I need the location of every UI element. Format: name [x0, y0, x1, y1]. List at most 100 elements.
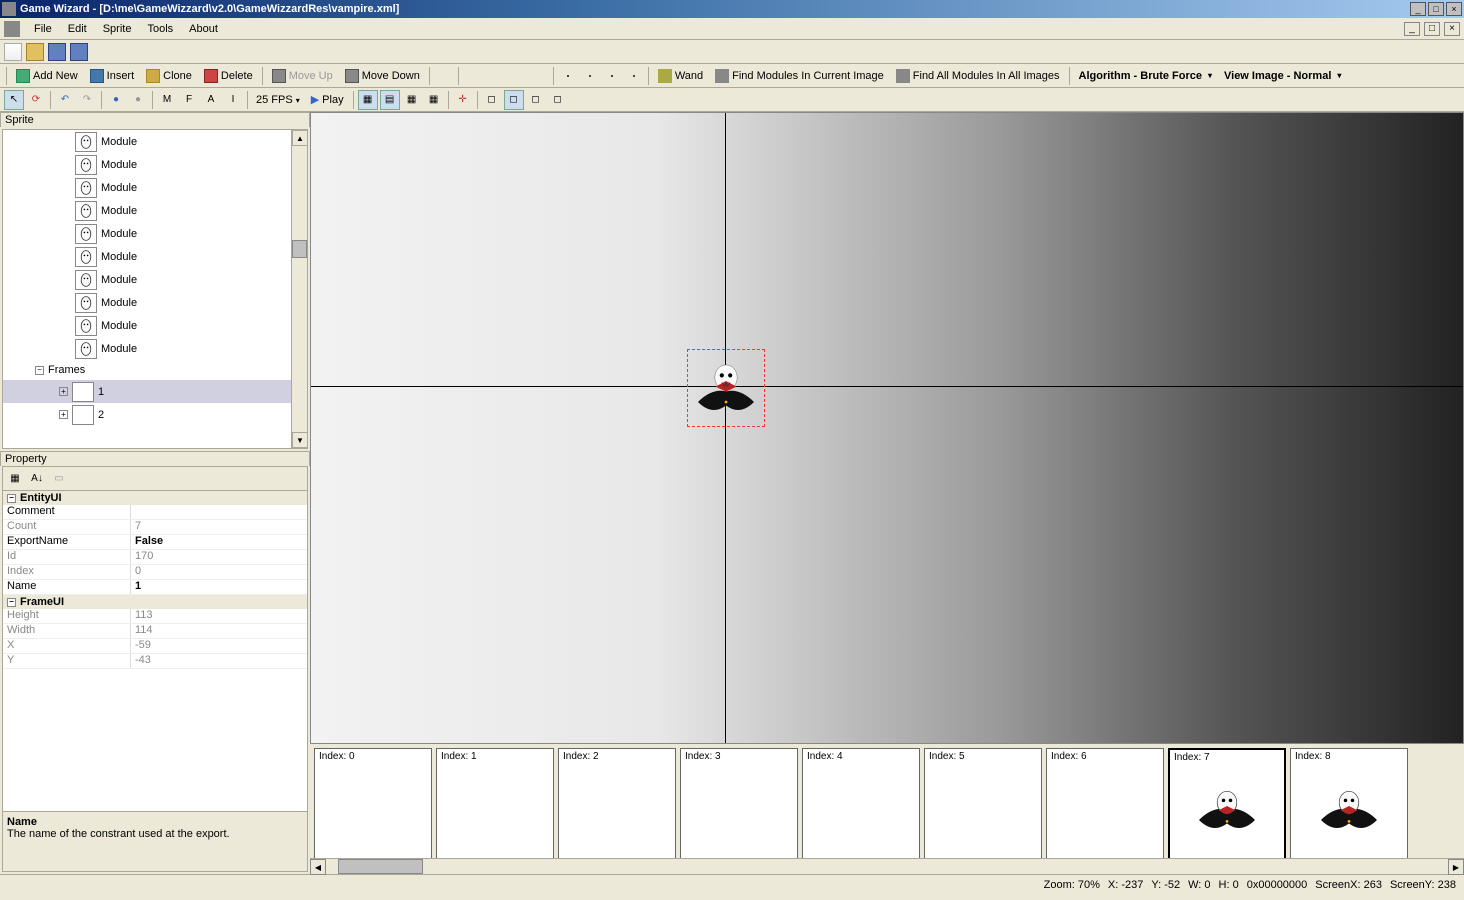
tree-module-item[interactable]: Module [3, 337, 307, 360]
prop-value[interactable]: 113 [131, 609, 307, 623]
mode-m-button[interactable]: M [157, 90, 177, 110]
frame-cell[interactable]: Index: 1 [436, 748, 554, 858]
mode-f-button[interactable]: F [179, 90, 199, 110]
property-row[interactable]: Height113 [3, 609, 307, 624]
menu-file[interactable]: File [26, 21, 60, 37]
layout1-icon[interactable] [558, 66, 578, 86]
property-row[interactable]: Width114 [3, 624, 307, 639]
globe2-icon[interactable]: ● [128, 90, 148, 110]
frame-cell[interactable]: Index: 7 [1168, 748, 1286, 858]
frames-group[interactable]: − Frames [3, 360, 307, 380]
maximize-button[interactable]: □ [1428, 2, 1444, 16]
pointer-tool-icon[interactable]: ↖ [4, 90, 24, 110]
wand-button[interactable]: Wand [653, 66, 708, 86]
open-icon[interactable] [26, 43, 44, 61]
property-row[interactable]: Name1 [3, 580, 307, 595]
property-grid[interactable]: −EntityUI CommentCount7ExportNameFalseId… [3, 491, 307, 811]
tree-module-item[interactable]: Module [3, 245, 307, 268]
view2-icon[interactable]: ▤ [380, 90, 400, 110]
prop-cat-entityui[interactable]: −EntityUI [3, 491, 307, 505]
globe-icon[interactable]: ● [106, 90, 126, 110]
tree-frame-item[interactable]: +1 [3, 380, 307, 403]
save-icon[interactable] [48, 43, 66, 61]
prop-value[interactable]: 170 [131, 550, 307, 564]
flip2-icon[interactable] [485, 66, 505, 86]
expand-icon[interactable]: + [59, 387, 68, 396]
tree-module-item[interactable]: Module [3, 199, 307, 222]
prop-sort-icon[interactable]: A↓ [27, 469, 47, 489]
delete-button[interactable]: Delete [199, 66, 258, 86]
view-image-dropdown[interactable]: View Image - Normal [1219, 66, 1346, 86]
scroll-up-icon[interactable]: ▲ [292, 130, 307, 146]
tree-module-item[interactable]: Module [3, 222, 307, 245]
frame-cell[interactable]: Index: 0 [314, 748, 432, 858]
layout3-icon[interactable] [602, 66, 622, 86]
prop-value[interactable] [131, 505, 307, 519]
scroll-left-icon[interactable]: ◀ [310, 859, 326, 875]
mode-a-button[interactable]: A [201, 90, 221, 110]
prop-cat-frameui[interactable]: −FrameUI [3, 595, 307, 609]
sprite-tree[interactable]: ModuleModuleModuleModuleModuleModuleModu… [3, 130, 307, 448]
move-up-button[interactable]: Move Up [267, 66, 338, 86]
insert-button[interactable]: Insert [85, 66, 140, 86]
rotate-right-icon[interactable] [529, 66, 549, 86]
layout2-icon[interactable] [580, 66, 600, 86]
prop-value[interactable]: False [131, 535, 307, 549]
add-new-button[interactable]: Add New [11, 66, 83, 86]
prop-value[interactable]: -59 [131, 639, 307, 653]
property-row[interactable]: Count7 [3, 520, 307, 535]
redo-icon[interactable]: ↷ [77, 90, 97, 110]
tree-scrollbar[interactable]: ▲ ▼ [291, 130, 307, 448]
tree-module-item[interactable]: Module [3, 130, 307, 153]
grid1-icon[interactable]: ▦ [402, 90, 422, 110]
menu-about[interactable]: About [181, 21, 226, 37]
mdi-restore-button[interactable]: □ [1424, 22, 1440, 36]
strip-scroll-thumb[interactable] [338, 859, 423, 874]
frame-cell[interactable]: Index: 4 [802, 748, 920, 858]
menu-edit[interactable]: Edit [60, 21, 95, 37]
tree-module-item[interactable]: Module [3, 314, 307, 337]
expand-icon[interactable]: + [59, 410, 68, 419]
property-row[interactable]: X-59 [3, 639, 307, 654]
tree-frame-item[interactable]: +2 [3, 403, 307, 426]
sel2-icon[interactable]: ◻ [504, 90, 524, 110]
tree-module-item[interactable]: Module [3, 268, 307, 291]
frame-cell[interactable]: Index: 3 [680, 748, 798, 858]
prop-categorize-icon[interactable]: ▦ [5, 469, 25, 489]
prop-value[interactable]: 1 [131, 580, 307, 594]
menu-tools[interactable]: Tools [139, 21, 181, 37]
scroll-down-icon[interactable]: ▼ [292, 432, 307, 448]
view1-icon[interactable]: ▦ [358, 90, 378, 110]
fps-selector[interactable]: 25 FPS [252, 94, 304, 106]
clone-button[interactable]: Clone [141, 66, 197, 86]
menu-sprite[interactable]: Sprite [95, 21, 140, 37]
sel3-icon[interactable]: ◻ [526, 90, 546, 110]
undo-icon[interactable]: ↶ [55, 90, 75, 110]
scroll-thumb[interactable] [292, 240, 307, 258]
collapse-icon[interactable]: − [35, 366, 44, 375]
scroll-right-icon[interactable]: ▶ [1448, 859, 1464, 875]
move-tool-icon[interactable] [434, 66, 454, 86]
canvas[interactable] [310, 112, 1464, 744]
prop-pages-icon[interactable]: ▭ [49, 469, 69, 489]
close-button[interactable]: × [1446, 2, 1462, 16]
algorithm-dropdown[interactable]: Algorithm - Brute Force [1074, 66, 1217, 86]
grid2-icon[interactable]: ▦ [424, 90, 444, 110]
layout4-icon[interactable] [624, 66, 644, 86]
frame-cell[interactable]: Index: 5 [924, 748, 1042, 858]
save-all-icon[interactable] [70, 43, 88, 61]
play-button[interactable]: ▶Play [306, 90, 349, 110]
property-row[interactable]: Y-43 [3, 654, 307, 669]
sel1-icon[interactable]: ◻ [482, 90, 502, 110]
strip-scrollbar[interactable]: ◀ ▶ [310, 858, 1464, 874]
frame-cell[interactable]: Index: 2 [558, 748, 676, 858]
minimize-button[interactable]: _ [1410, 2, 1426, 16]
prop-value[interactable]: -43 [131, 654, 307, 668]
sprite-selection[interactable] [687, 349, 765, 427]
new-icon[interactable] [4, 43, 22, 61]
find-all-modules-button[interactable]: Find All Modules In All Images [891, 66, 1065, 86]
prop-value[interactable]: 0 [131, 565, 307, 579]
rotate-left-icon[interactable] [507, 66, 527, 86]
tree-module-item[interactable]: Module [3, 153, 307, 176]
flip-icon[interactable] [463, 66, 483, 86]
